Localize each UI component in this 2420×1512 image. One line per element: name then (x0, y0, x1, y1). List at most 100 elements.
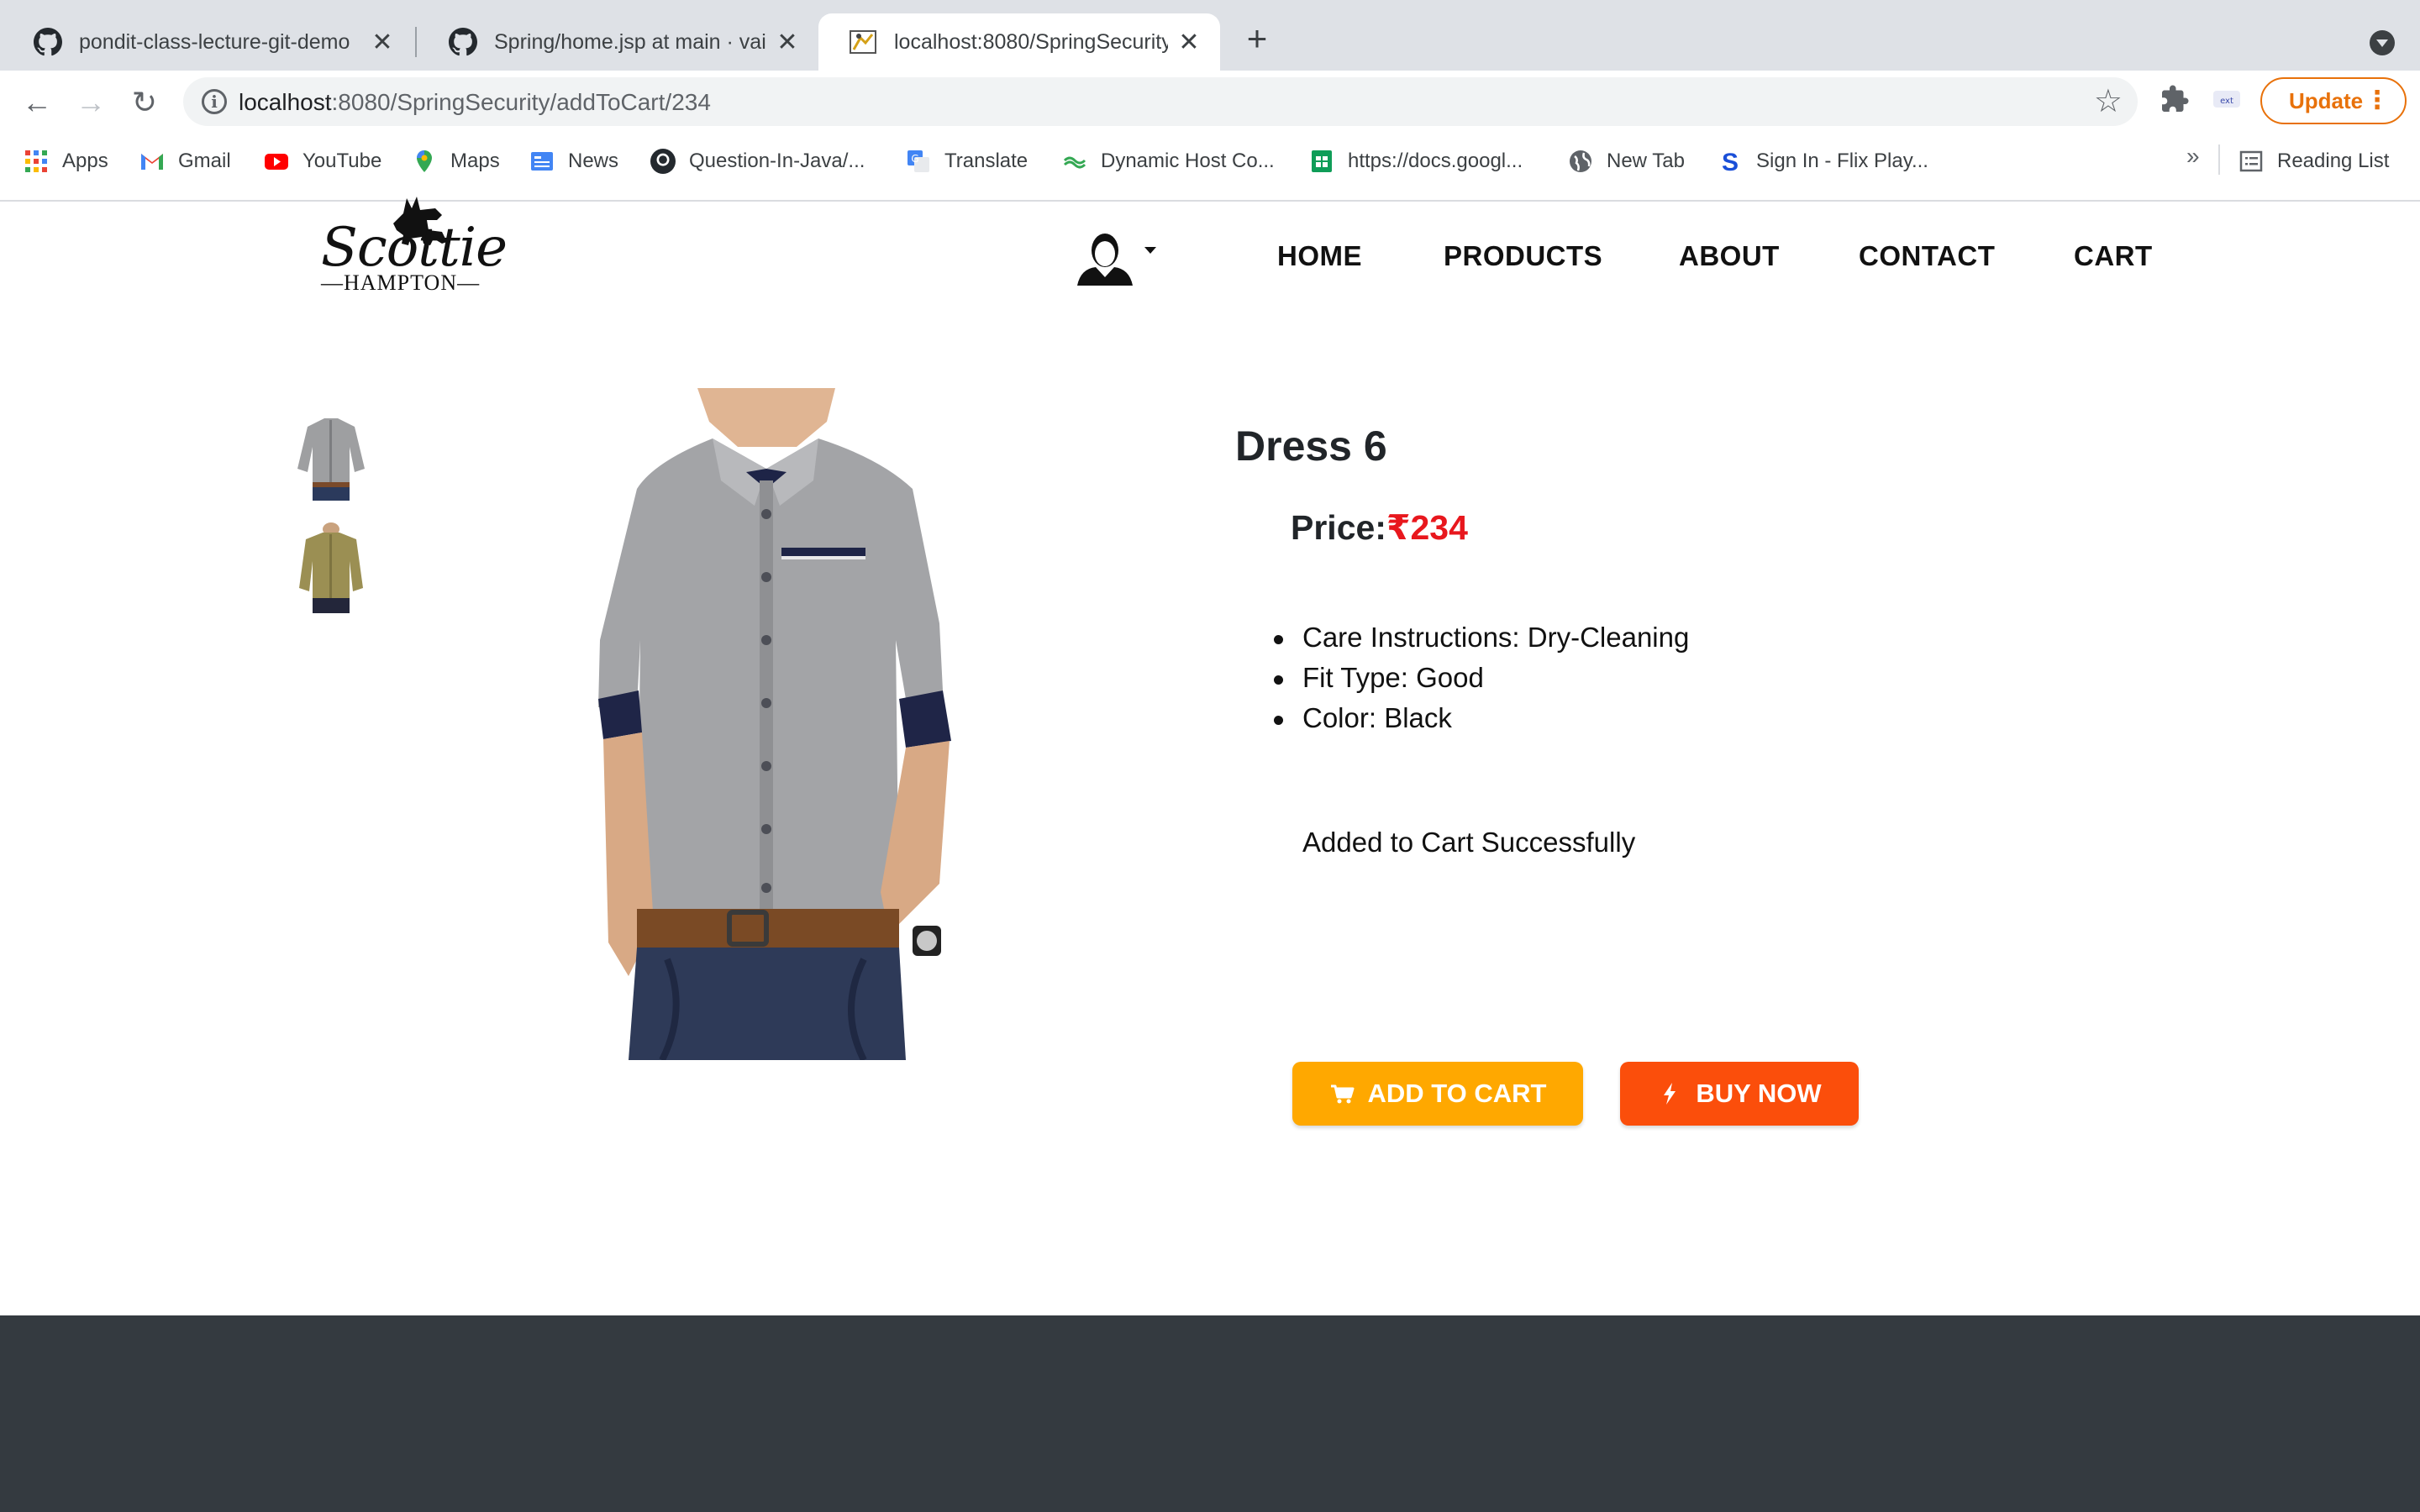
new-tab-button[interactable]: + (1240, 21, 1274, 56)
address-bar[interactable]: i localhost:8080/SpringSecurity/addToCar… (183, 77, 2138, 126)
lightning-bolt-icon (1664, 1083, 1676, 1105)
feature-item: Fit Type: Good (1273, 662, 1689, 702)
bookmark-star-icon[interactable]: ☆ (2094, 82, 2123, 120)
svg-text:ext: ext (2220, 97, 2233, 106)
user-account-dropdown[interactable] (1076, 230, 1160, 286)
tab-title: localhost:8080/SpringSecurity/ (894, 29, 1168, 54)
reading-list-icon (2239, 150, 2263, 172)
bookmarks-bar: Apps Gmail YouTube Maps News Question-In… (0, 139, 2420, 185)
apps-grid-icon (25, 150, 47, 172)
product-features-list: Care Instructions: Dry-Cleaning Fit Type… (1273, 622, 1689, 743)
svg-text:G: G (911, 153, 918, 165)
nav-products[interactable]: PRODUCTS (1444, 240, 1602, 272)
product-thumbnail-grey[interactable] (291, 410, 371, 501)
site-info-icon[interactable]: i (202, 89, 227, 114)
product-thumbnail-khaki[interactable] (291, 522, 371, 613)
bookmark-youtube[interactable]: YouTube (264, 144, 381, 178)
kebab-menu-icon[interactable]: ⋮ (2365, 79, 2390, 123)
nav-about[interactable]: ABOUT (1679, 240, 1780, 272)
url-text[interactable]: localhost:8080/SpringSecurity/addToCart/… (239, 89, 711, 116)
maps-pin-icon (417, 150, 432, 172)
browser-tab-active[interactable]: localhost:8080/SpringSecurity/ ✕ (818, 13, 1220, 71)
bookmarks-divider (2218, 144, 2220, 175)
nav-cart[interactable]: CART (2074, 240, 2153, 272)
update-button[interactable]: Update ⋮ (2260, 77, 2407, 124)
tab-title: Spring/home.jsp at main · vaish (494, 29, 766, 54)
user-avatar-icon (1077, 234, 1156, 286)
site-footer (0, 1315, 2420, 1512)
bookmark-google-docs[interactable]: https://docs.googl... (1309, 144, 1523, 178)
add-to-cart-label: ADD TO CART (1367, 1079, 1547, 1108)
nav-home[interactable]: HOME (1277, 240, 1362, 272)
url-host: localhost (239, 89, 332, 115)
bookmark-label: New Tab (1607, 150, 1685, 172)
reload-icon[interactable]: ↻ (126, 84, 163, 121)
bookmark-label: Translate (944, 150, 1028, 172)
bookmark-label: News (568, 150, 619, 172)
browser-tab-1[interactable]: pondit-class-lecture-git-demo ✕ (3, 13, 413, 71)
product-title: Dress 6 (1235, 423, 1387, 470)
bookmark-label: https://docs.googl... (1348, 150, 1523, 172)
svg-text:S: S (1722, 149, 1739, 174)
browser-tab-2[interactable]: Spring/home.jsp at main · vaish ✕ (418, 13, 818, 71)
bookmark-label: Apps (62, 150, 108, 172)
bookmarks-overflow-icon[interactable]: » (2186, 143, 2200, 170)
shopping-cart-icon (1330, 1084, 1354, 1104)
logo-wordmark[interactable]: Scottie (321, 217, 508, 279)
close-icon[interactable]: ✕ (1176, 28, 1202, 57)
bookmark-flix-play[interactable]: S Sign In - Flix Play... (1718, 144, 1928, 178)
bookmark-label: Gmail (178, 150, 231, 172)
bookmark-maps[interactable]: Maps (412, 144, 500, 178)
reading-list-button[interactable]: Reading List (2238, 144, 2389, 178)
bookmark-gmail[interactable]: Gmail (139, 144, 231, 178)
caret-down-icon (1144, 247, 1156, 254)
tomcat-icon (850, 30, 876, 54)
grey-shirt-thumbnail-image (291, 410, 371, 501)
price-label: Price: (1291, 508, 1386, 547)
grey-shirt-model-image (587, 388, 1074, 1060)
product-price: Price:₹234 (1291, 507, 1468, 548)
bookmark-label: YouTube (302, 150, 382, 172)
youtube-icon (265, 154, 288, 170)
bookmark-new-tab[interactable]: New Tab (1568, 144, 1685, 178)
github-icon (34, 28, 62, 56)
translate-icon: G (908, 150, 929, 172)
buy-now-button[interactable]: BUY NOW (1620, 1062, 1859, 1126)
close-icon[interactable]: ✕ (370, 28, 395, 57)
nav-contact[interactable]: CONTACT (1859, 240, 1995, 272)
reading-list-label: Reading List (2277, 150, 2390, 172)
feature-item: Care Instructions: Dry-Cleaning (1273, 622, 1689, 662)
globe-icon (1570, 150, 1591, 172)
url-path: :8080/SpringSecurity/addToCart/234 (331, 89, 711, 115)
tab-title: pondit-class-lecture-git-demo (79, 29, 350, 54)
update-label: Update (2289, 88, 2364, 113)
news-icon (531, 152, 553, 171)
s-logo-icon: S (1722, 149, 1739, 174)
sheets-icon (1312, 150, 1332, 172)
bookmark-label: Question-In-Java/... (689, 150, 865, 172)
extensions-puzzle-icon[interactable] (2160, 84, 2190, 114)
buy-now-label: BUY NOW (1696, 1079, 1822, 1108)
bookmark-question-in-java[interactable]: Question-In-Java/... (650, 144, 865, 178)
forward-arrow-icon[interactable]: → (72, 84, 109, 121)
feature-item: Color: Black (1273, 702, 1689, 743)
close-icon[interactable]: ✕ (775, 28, 800, 57)
bookmark-label: Maps (450, 150, 500, 172)
browser-tab-strip: pondit-class-lecture-git-demo ✕ Spring/h… (0, 0, 2420, 71)
logo-subtitle: —HAMPTON— (321, 270, 481, 295)
bookmark-apps[interactable]: Apps (24, 144, 108, 178)
tab-search-icon[interactable] (2370, 30, 2395, 55)
bookmark-news[interactable]: News (529, 144, 618, 178)
bookmark-label: Dynamic Host Co... (1101, 150, 1275, 172)
back-arrow-icon[interactable]: ← (18, 84, 55, 121)
tab-separator (415, 27, 417, 57)
product-main-image (587, 388, 1074, 1060)
link-icon (1063, 156, 1086, 169)
bookmark-dynamic-host[interactable]: Dynamic Host Co... (1062, 144, 1275, 178)
extension-icon[interactable]: ext (2210, 86, 2244, 113)
github-icon (449, 28, 477, 56)
add-to-cart-button[interactable]: ADD TO CART (1292, 1062, 1583, 1126)
bookmark-translate[interactable]: G Translate (906, 144, 1028, 178)
cart-status-message: Added to Cart Successfully (1302, 827, 1636, 858)
bookmark-label: Sign In - Flix Play... (1756, 150, 1928, 172)
